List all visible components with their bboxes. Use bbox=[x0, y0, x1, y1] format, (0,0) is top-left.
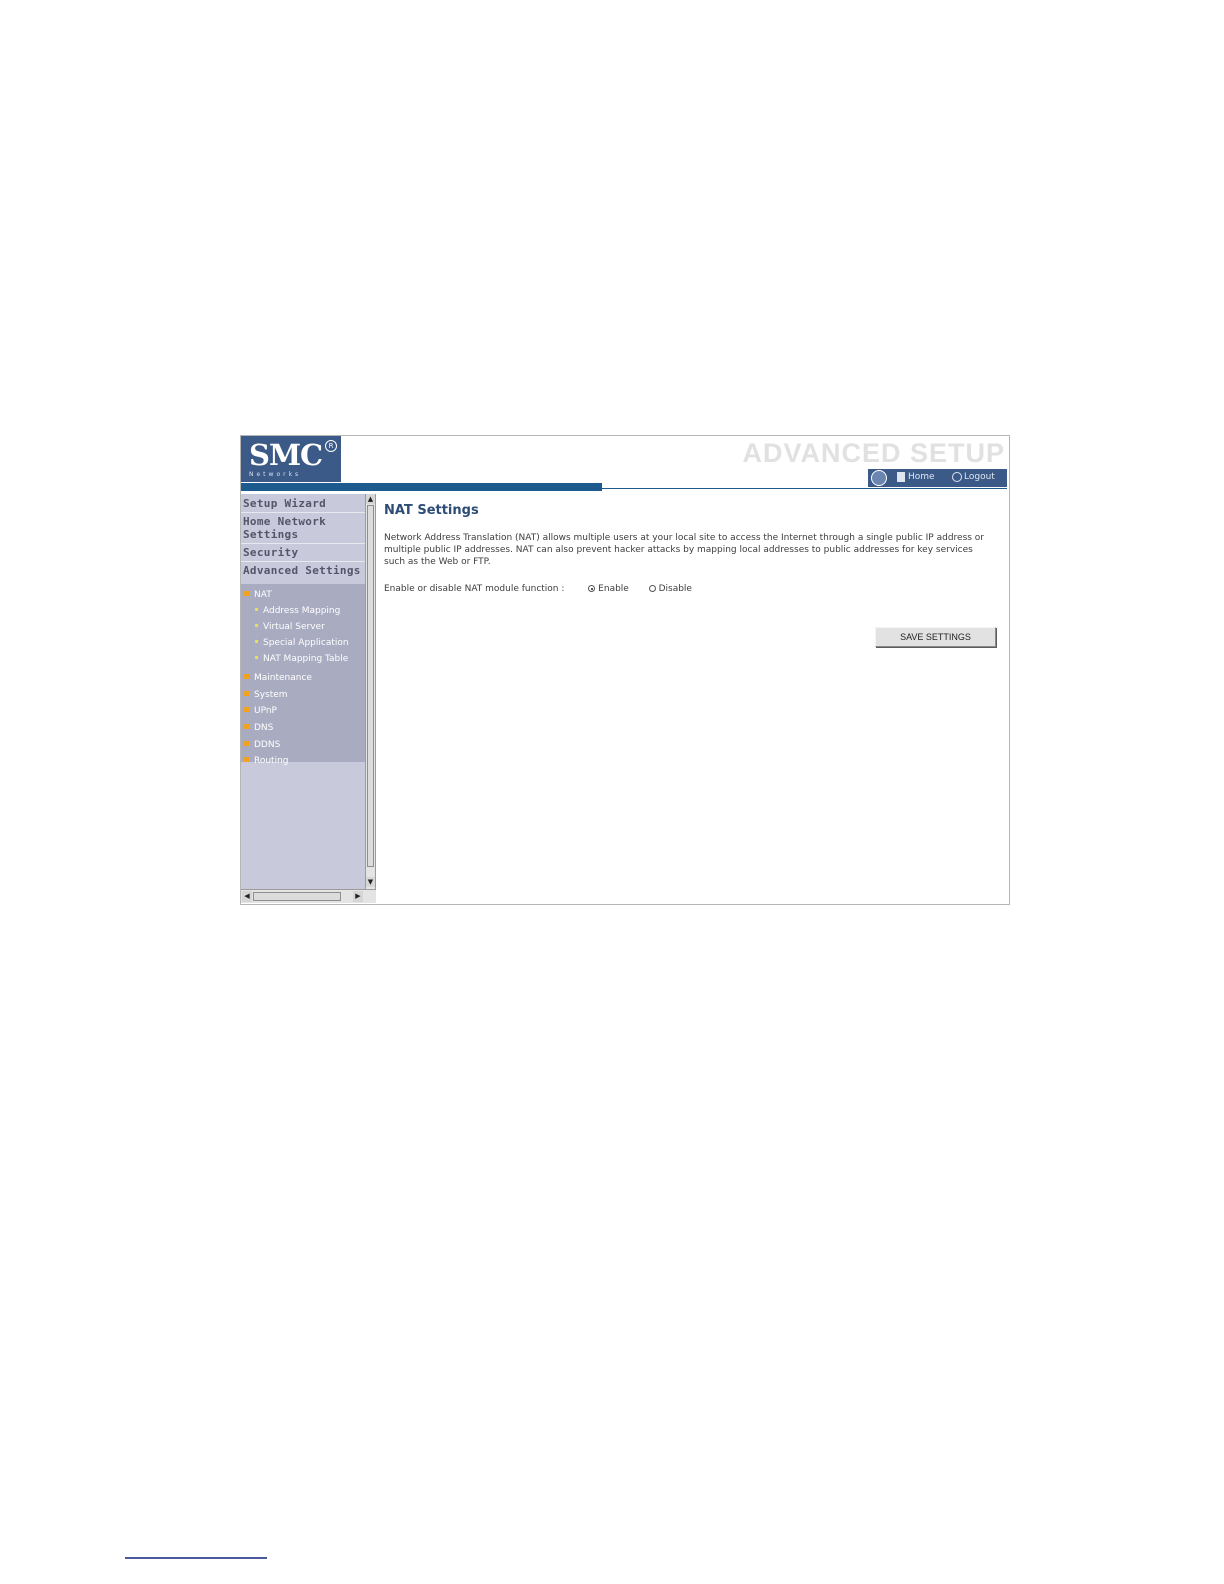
nav-upnp-label: UPnP bbox=[254, 706, 277, 716]
nav-ddns-label: DDNS bbox=[254, 740, 281, 750]
advanced-submenu: NAT Address Mapping Virtual Server Speci… bbox=[241, 584, 365, 766]
footer-rule bbox=[125, 1557, 267, 1559]
logout-link[interactable]: Logout bbox=[964, 472, 995, 482]
menu-advanced-settings[interactable]: Advanced Settings bbox=[243, 564, 361, 577]
menu-security[interactable]: Security bbox=[243, 546, 298, 559]
disable-radio[interactable] bbox=[648, 585, 656, 592]
orange-bullet-icon bbox=[244, 691, 249, 696]
sidebar-horizontal-scrollbar[interactable]: ◀ ▶ bbox=[241, 889, 376, 903]
nav-special-application[interactable]: Special Application bbox=[255, 638, 349, 649]
sidebar: Setup Wizard Home Network Settings Secur… bbox=[241, 494, 365, 894]
yellow-bullet-icon bbox=[255, 608, 258, 611]
nav-maintenance[interactable]: Maintenance bbox=[244, 673, 312, 684]
yellow-bullet-icon bbox=[255, 624, 258, 627]
smc-logo: SMC R Networks bbox=[241, 436, 341, 482]
menu-divider bbox=[241, 561, 365, 562]
yellow-bullet-icon bbox=[255, 640, 258, 643]
menu-divider bbox=[241, 512, 365, 513]
scrollbar-thumb[interactable] bbox=[367, 505, 374, 867]
menu-divider bbox=[241, 543, 365, 544]
home-icon[interactable] bbox=[897, 472, 905, 482]
disable-radio-label[interactable]: Disable bbox=[659, 584, 692, 594]
nav-address-mapping[interactable]: Address Mapping bbox=[255, 606, 340, 617]
orange-bullet-icon bbox=[244, 757, 249, 762]
logo-subtitle: Networks bbox=[249, 471, 302, 478]
nav-dns-label: DNS bbox=[254, 723, 274, 733]
nav-system-label: System bbox=[254, 690, 288, 700]
nav-maintenance-label: Maintenance bbox=[254, 673, 312, 683]
header-divider bbox=[602, 488, 1007, 489]
globe-icon bbox=[871, 470, 887, 486]
nav-ddns[interactable]: DDNS bbox=[244, 740, 280, 751]
logout-icon[interactable] bbox=[952, 472, 962, 482]
save-settings-button[interactable]: SAVE SETTINGS bbox=[875, 627, 996, 647]
nav-system[interactable]: System bbox=[244, 690, 288, 701]
nav-nat-label: NAT bbox=[254, 590, 272, 600]
registered-mark: R bbox=[325, 440, 337, 452]
nav-routing-label: Routing bbox=[254, 756, 289, 766]
arrow-up-icon[interactable]: ▲ bbox=[366, 494, 375, 504]
header: SMC R Networks ADVANCED SETUP Home Logou… bbox=[241, 436, 1009, 491]
nav-virtual-server-label: Virtual Server bbox=[263, 622, 325, 632]
nav-nat-mapping-table[interactable]: NAT Mapping Table bbox=[255, 654, 348, 665]
main-content: NAT Settings Network Address Translation… bbox=[384, 494, 999, 894]
arrow-down-icon[interactable]: ▼ bbox=[366, 877, 375, 887]
scrollbar-thumb[interactable] bbox=[253, 892, 341, 901]
menu-home-network-settings[interactable]: Home Network Settings bbox=[243, 515, 353, 541]
nat-toggle-row: Enable or disable NAT module function : … bbox=[384, 584, 692, 594]
nav-address-mapping-label: Address Mapping bbox=[263, 606, 341, 616]
nav-nat-mapping-table-label: NAT Mapping Table bbox=[263, 654, 349, 664]
orange-bullet-icon bbox=[244, 591, 249, 596]
router-admin-window: SMC R Networks ADVANCED SETUP Home Logou… bbox=[240, 435, 1010, 905]
orange-bullet-icon bbox=[244, 707, 249, 712]
nav-dns[interactable]: DNS bbox=[244, 723, 273, 734]
logo-text: SMC bbox=[249, 438, 323, 472]
enable-radio[interactable] bbox=[588, 585, 596, 592]
page-banner-title: ADVANCED SETUP bbox=[742, 438, 1005, 468]
nat-description: Network Address Translation (NAT) allows… bbox=[384, 533, 985, 567]
yellow-bullet-icon bbox=[255, 656, 258, 659]
header-accent-bar bbox=[241, 483, 602, 491]
orange-bullet-icon bbox=[244, 724, 249, 729]
nav-special-application-label: Special Application bbox=[263, 638, 349, 648]
sidebar-vertical-scrollbar[interactable]: ▲ ▼ bbox=[365, 494, 376, 889]
header-toolbar: Home Logout bbox=[866, 469, 1007, 487]
nav-virtual-server[interactable]: Virtual Server bbox=[255, 622, 325, 633]
home-link[interactable]: Home bbox=[908, 472, 935, 482]
nav-nat[interactable]: NAT bbox=[244, 590, 272, 601]
page-title: NAT Settings bbox=[384, 503, 479, 518]
arrow-right-icon[interactable]: ▶ bbox=[353, 891, 363, 902]
nav-upnp[interactable]: UPnP bbox=[244, 706, 277, 717]
menu-setup-wizard[interactable]: Setup Wizard bbox=[243, 497, 326, 510]
orange-bullet-icon bbox=[244, 741, 249, 746]
enable-radio-label[interactable]: Enable bbox=[598, 584, 629, 594]
orange-bullet-icon bbox=[244, 674, 249, 679]
arrow-left-icon[interactable]: ◀ bbox=[242, 891, 252, 902]
nav-routing[interactable]: Routing bbox=[244, 756, 289, 767]
nat-toggle-label: Enable or disable NAT module function : bbox=[384, 584, 565, 594]
